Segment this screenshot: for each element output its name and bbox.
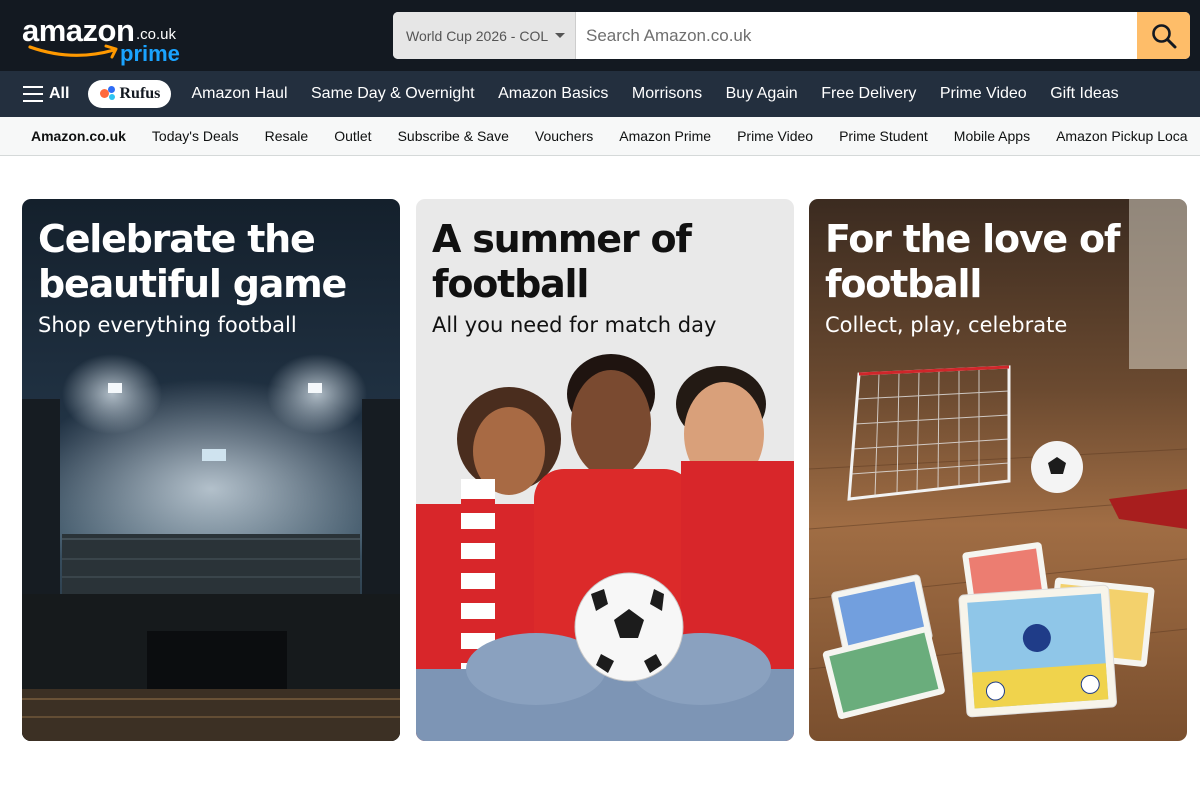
logo-wordmark: amazon [22,13,135,48]
subnav-item-amazon-prime[interactable]: Amazon Prime [619,128,711,144]
nav-item-prime-video[interactable]: Prime Video [940,85,1027,103]
card-title: For the love of football [825,217,1120,306]
search-bar: World Cup 2026 - COL [393,12,1190,59]
subnav-item-resale[interactable]: Resale [265,128,309,144]
rufus-button[interactable]: Rufus [88,80,172,108]
amazon-prime-logo[interactable]: amazon .co.uk prime [22,13,192,66]
sub-nav: Amazon.co.uk Today's Deals Resale Outlet… [0,117,1200,156]
chevron-down-icon [555,33,566,38]
subnav-item-home[interactable]: Amazon.co.uk [31,128,126,144]
top-header: amazon .co.uk prime World Cup 2026 - COL [0,0,1200,71]
nav-item-amazon-basics[interactable]: Amazon Basics [498,85,608,103]
card-subtitle: All you need for match day [432,313,717,337]
promo-card-love[interactable]: For the love of football Collect, play, … [809,199,1187,741]
nav-item-gift-ideas[interactable]: Gift Ideas [1050,85,1118,103]
all-menu-label: All [49,85,70,102]
subnav-item-subscribe-save[interactable]: Subscribe & Save [398,128,509,144]
subnav-item-pickup-locations[interactable]: Amazon Pickup Loca [1056,128,1188,144]
search-category-label: World Cup 2026 - COL [406,27,549,44]
promo-card-summer[interactable]: A summer of football All you need for ma… [416,199,794,741]
nav-item-morrisons[interactable]: Morrisons [632,85,702,103]
subnav-item-vouchers[interactable]: Vouchers [535,128,593,144]
subnav-item-todays-deals[interactable]: Today's Deals [152,128,239,144]
card-subtitle: Shop everything football [38,313,297,337]
search-button[interactable] [1137,12,1190,59]
nav-item-same-day[interactable]: Same Day & Overnight [311,85,475,103]
card-title: Celebrate the beautiful game [38,217,347,306]
card-subtitle: Collect, play, celebrate [825,313,1068,337]
search-category-select[interactable]: World Cup 2026 - COL [393,12,576,59]
nav-item-buy-again[interactable]: Buy Again [726,85,798,103]
logo-prime: prime [120,41,180,66]
main-nav: All Rufus Amazon Haul Same Day & Overnig… [0,71,1200,117]
nav-item-free-delivery[interactable]: Free Delivery [821,85,916,103]
search-input[interactable] [576,12,1137,59]
subnav-item-prime-student[interactable]: Prime Student [839,128,928,144]
rufus-icon [99,86,116,102]
rufus-label: Rufus [119,85,161,102]
subnav-item-outlet[interactable]: Outlet [334,128,371,144]
hamburger-menu-icon [23,86,43,102]
amazon-smile-icon [28,44,118,59]
subnav-item-mobile-apps[interactable]: Mobile Apps [954,128,1030,144]
search-icon [1151,23,1176,48]
all-menu-button[interactable]: All [23,85,69,103]
nav-item-amazon-haul[interactable]: Amazon Haul [191,85,287,103]
subnav-item-prime-video[interactable]: Prime Video [737,128,813,144]
card-title: A summer of football [432,217,692,306]
promo-card-celebrate[interactable]: Celebrate the beautiful game Shop everyt… [22,199,400,741]
